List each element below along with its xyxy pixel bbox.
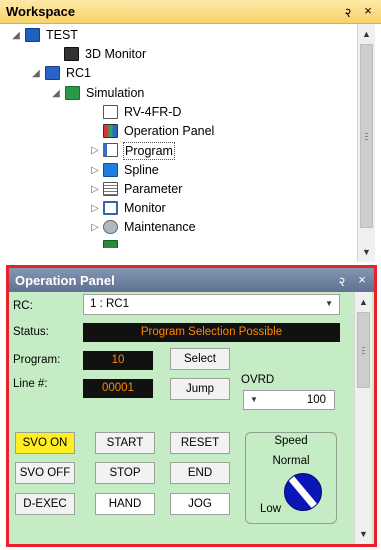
speed-control: Speed Normal Low xyxy=(245,432,337,524)
tree-item-label: Parameter xyxy=(124,182,183,196)
expander-icon[interactable]: ▷ xyxy=(89,180,101,199)
tree-item-maintenance[interactable]: ▷ Maintenance xyxy=(0,218,330,237)
tree-item-simulation[interactable]: ◢ Simulation xyxy=(0,84,330,103)
tree-item-rv-4fr-d[interactable]: RV-4FR-D xyxy=(0,103,330,122)
jog-button[interactable]: JOG xyxy=(170,493,230,515)
expander-icon[interactable]: ▷ xyxy=(89,141,101,160)
workspace-title: Workspace xyxy=(6,4,76,19)
reset-button[interactable]: RESET xyxy=(170,432,230,454)
tree-item-operation-panel[interactable]: Operation Panel xyxy=(0,122,330,141)
tree-item-spline[interactable]: ▷ Spline xyxy=(0,161,330,180)
jump-button[interactable]: Jump xyxy=(170,378,230,400)
robot-model-icon xyxy=(103,105,118,119)
tree-item-program[interactable]: ▷ Program xyxy=(0,141,330,160)
d-exec-button[interactable]: D-EXEC xyxy=(15,493,75,515)
tree-item-label: RC1 xyxy=(66,66,92,80)
tree-item-parameter[interactable]: ▷ Parameter xyxy=(0,180,330,199)
scroll-down-icon[interactable]: ▼ xyxy=(358,244,375,260)
close-icon[interactable]: × xyxy=(354,272,370,287)
end-button[interactable]: END xyxy=(170,462,230,484)
status-label: Status: xyxy=(13,326,49,338)
partial-item-icon xyxy=(103,240,118,248)
hand-button[interactable]: HAND xyxy=(95,493,155,515)
rc-select[interactable]: 1 : RC1 ▼ xyxy=(83,294,340,315)
scrollbar-thumb[interactable] xyxy=(357,312,370,388)
line-label: Line #: xyxy=(13,378,48,390)
status-display: Program Selection Possible xyxy=(83,323,340,342)
pin-icon[interactable]: २ xyxy=(334,272,350,290)
3d-monitor-icon xyxy=(64,47,79,61)
monitor-icon xyxy=(103,201,118,215)
tree-item-monitor[interactable]: ▷ Monitor xyxy=(0,199,330,218)
program-icon xyxy=(103,143,118,157)
tree-item-label: TEST xyxy=(46,28,78,42)
start-button[interactable]: START xyxy=(95,432,155,454)
operation-panel: Operation Panel २ × RC: 1 : RC1 ▼ Status… xyxy=(6,265,377,547)
program-label: Program: xyxy=(13,354,61,366)
speed-low-label: Low xyxy=(260,503,282,515)
svo-off-button[interactable]: SVO OFF xyxy=(15,462,75,484)
operation-panel-title: Operation Panel xyxy=(15,273,115,288)
tree-item-label: Monitor xyxy=(124,201,166,215)
tree-item-label: Program xyxy=(123,142,175,160)
tree-item-label: Maintenance xyxy=(124,220,196,234)
expander-icon[interactable]: ▷ xyxy=(89,199,101,218)
close-icon[interactable]: × xyxy=(360,3,376,18)
operation-panel-titlebar: Operation Panel २ × xyxy=(9,268,374,292)
spline-icon xyxy=(103,163,118,177)
scroll-down-icon[interactable]: ▼ xyxy=(355,526,372,542)
workspace-tree: ◢ TEST 3D Monitor ◢ RC1 ◢ Simulation RV-… xyxy=(0,24,362,260)
expander-icon[interactable]: ▷ xyxy=(89,161,101,180)
pin-icon[interactable]: २ xyxy=(340,3,356,21)
workspace-titlebar: Workspace २ × xyxy=(0,0,381,24)
tree-item-label: RV-4FR-D xyxy=(124,105,182,119)
scroll-up-icon[interactable]: ▲ xyxy=(358,26,375,42)
rc-label: RC: xyxy=(13,300,33,312)
select-button[interactable]: Select xyxy=(170,348,230,370)
speed-title: Speed xyxy=(274,435,308,447)
program-number-display: 10 xyxy=(83,351,153,370)
stop-button[interactable]: STOP xyxy=(95,462,155,484)
simulation-icon xyxy=(65,86,80,100)
project-icon xyxy=(25,28,40,42)
speed-mode: Normal xyxy=(272,455,310,467)
ovrd-select[interactable]: ▼ 100 xyxy=(243,390,335,410)
tree-item-rc1[interactable]: ◢ RC1 xyxy=(0,64,330,83)
expander-icon[interactable]: ◢ xyxy=(50,84,62,103)
chevron-down-icon: ▼ xyxy=(325,299,333,308)
expander-icon[interactable]: ▷ xyxy=(89,218,101,237)
panel-scrollbar[interactable]: ▲ ▼ xyxy=(354,292,372,544)
tree-item-label: 3D Monitor xyxy=(85,47,147,61)
svo-on-button[interactable]: SVO ON xyxy=(15,432,75,454)
tree-item-test[interactable]: ◢ TEST xyxy=(0,26,330,45)
tree-item-3d-monitor[interactable]: 3D Monitor xyxy=(0,45,330,64)
ovrd-value: 100 xyxy=(306,394,326,406)
tree-item-label: Spline xyxy=(124,163,159,177)
maintenance-icon xyxy=(103,220,118,234)
tree-item-partial xyxy=(0,238,330,248)
robot-controller-icon xyxy=(45,66,60,80)
chevron-down-icon: ▼ xyxy=(250,395,258,404)
tree-item-label: Operation Panel xyxy=(124,124,215,138)
expander-icon[interactable]: ◢ xyxy=(10,26,22,45)
ovrd-label: OVRD xyxy=(241,374,275,386)
operation-panel-icon xyxy=(103,124,118,138)
workspace-scrollbar[interactable]: ▲ ▼ xyxy=(357,24,375,262)
line-number-display: 00001 xyxy=(83,379,153,398)
parameter-icon xyxy=(103,182,118,196)
scrollbar-thumb[interactable] xyxy=(360,44,373,228)
scroll-up-icon[interactable]: ▲ xyxy=(355,294,372,310)
expander-icon[interactable]: ◢ xyxy=(30,64,42,83)
tree-item-label: Simulation xyxy=(86,86,145,100)
rc-select-value: 1 : RC1 xyxy=(90,298,129,310)
speed-knob[interactable] xyxy=(284,473,322,511)
